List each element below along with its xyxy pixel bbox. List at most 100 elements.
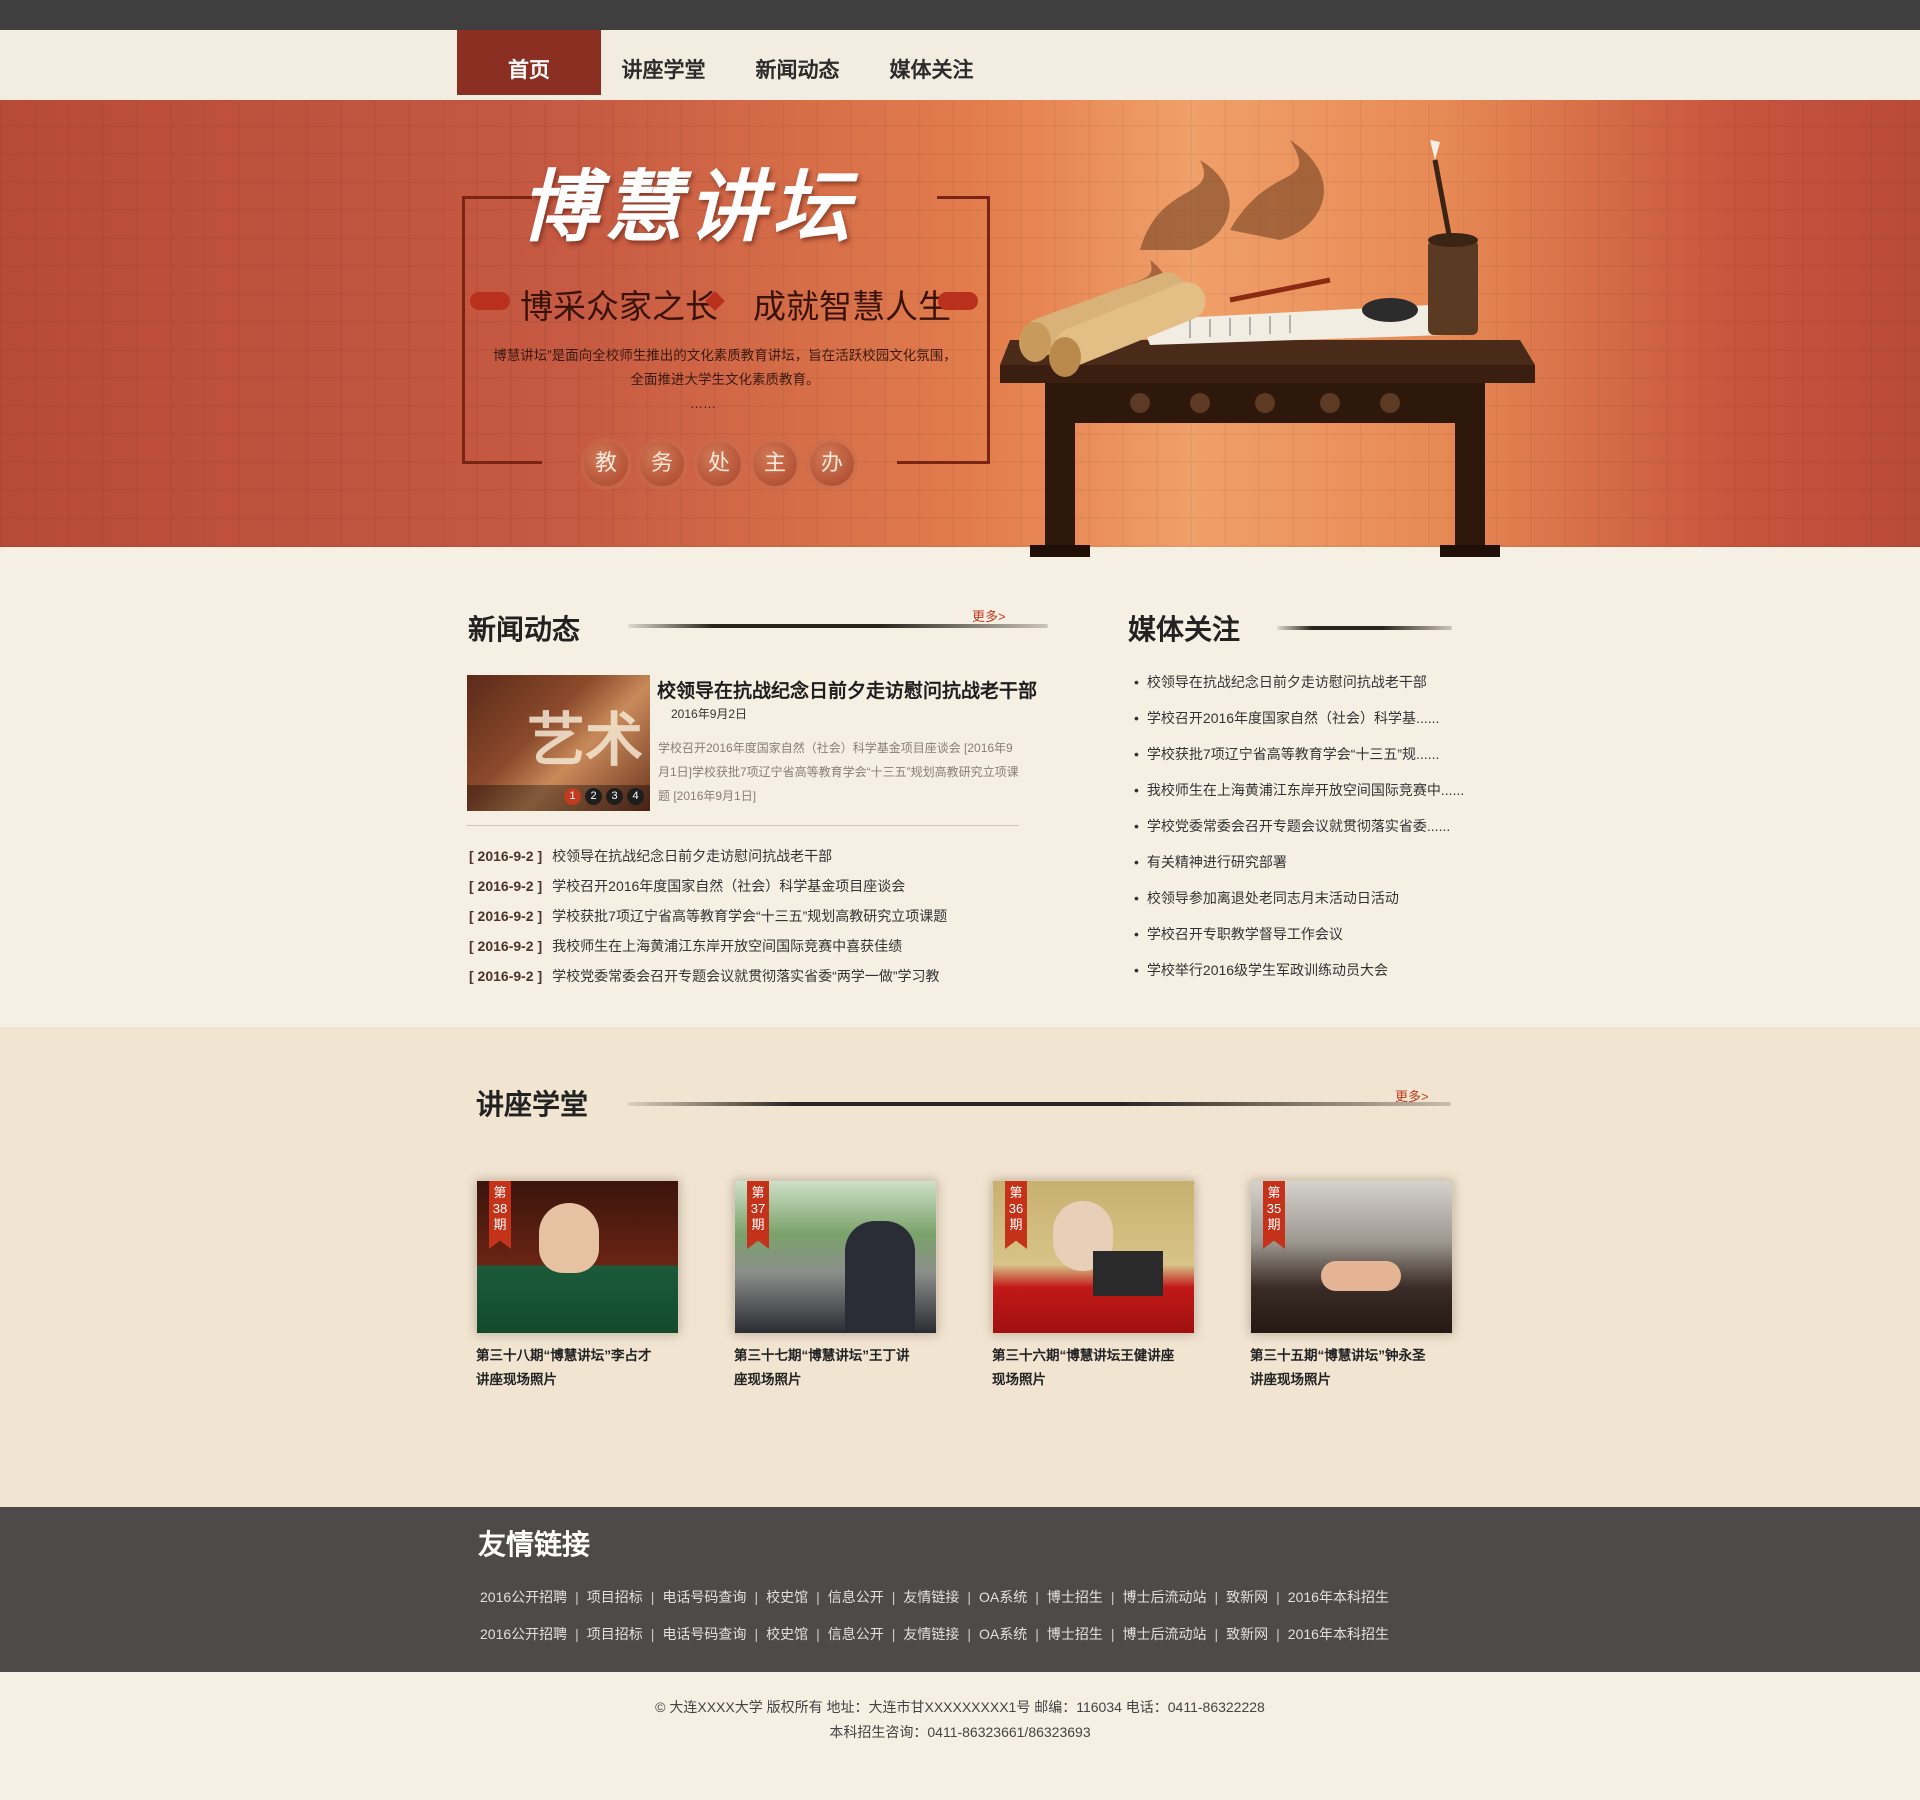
media-list-item[interactable]: 学校召开专职教学督导工作会议 <box>1134 924 1343 944</box>
seal-char: 教 <box>584 442 628 486</box>
media-list-item[interactable]: 学校获批7项辽宁省高等教育学会“十三五”规...... <box>1134 744 1439 764</box>
lecture-card[interactable]: 第 38 期 第三十八期“博慧讲坛”李占才 讲座现场照片 <box>476 1180 679 1392</box>
footer-contact: 本科招生咨询：0411-86323661/86323693 <box>829 1724 1091 1740</box>
friend-link[interactable]: 电话号码查询 <box>662 1626 746 1642</box>
media-list-item[interactable]: 校领导参加离退处老同志月末活动日活动 <box>1134 888 1399 908</box>
friend-link[interactable]: 2016年本科招生 <box>1288 1626 1389 1642</box>
lecture-photo[interactable]: 第 38 期 <box>476 1180 679 1334</box>
handshake-shape <box>1321 1261 1401 1291</box>
laptop-shape <box>1093 1251 1163 1296</box>
friend-link[interactable]: 2016公开招聘 <box>480 1626 567 1642</box>
lecture-caption[interactable]: 第三十七期“博慧讲坛”王丁讲 座现场照片 <box>734 1344 937 1392</box>
nav-lectures[interactable]: 讲座学堂 <box>606 30 721 95</box>
friend-link[interactable]: 校史馆 <box>766 1589 808 1605</box>
slogan-left: 博采众家之长 <box>520 287 718 326</box>
friend-link[interactable]: 2016公开招聘 <box>480 1589 567 1605</box>
friend-links-row: 2016公开招聘 | 项目招标 | 电话号码查询 | 校史馆 | 信息公开 | 友情链接 | OA系统 |… <box>480 1624 1389 1644</box>
friend-link[interactable]: 友情链接 <box>903 1589 959 1605</box>
news-title: 学校获批7项辽宁省高等教育学会“十三五”规划高教研究立项课题 <box>552 908 948 924</box>
friend-link[interactable]: 信息公开 <box>828 1589 884 1605</box>
friend-link[interactable]: 博士招生 <box>1047 1589 1103 1605</box>
top-bar <box>0 0 1920 30</box>
news-featured-date: 2016年9月2日 <box>671 707 748 721</box>
lecture-photo[interactable]: 第 36 期 <box>992 1180 1195 1334</box>
friend-link[interactable]: OA系统 <box>979 1626 1027 1642</box>
friend-link[interactable]: 项目招标 <box>587 1626 643 1642</box>
news-list-item[interactable]: [ 2016-9-2 ] 校领导在抗战纪念日前夕走访慰问抗战老干部 <box>469 846 832 866</box>
lecture-section <box>0 1027 1920 1507</box>
friend-link[interactable]: 项目招标 <box>587 1589 643 1605</box>
friend-link[interactable]: OA系统 <box>979 1589 1027 1605</box>
slogan-right: 成就智慧人生 <box>753 287 951 326</box>
link-separator: | <box>816 1589 820 1605</box>
friend-links-title: 友情链接 <box>478 1529 591 1560</box>
news-list-item[interactable]: [ 2016-9-2 ] 学校获批7项辽宁省高等教育学会“十三五”规划高教研究立项… <box>469 906 947 926</box>
link-separator: | <box>650 1589 655 1605</box>
friend-link[interactable]: 电话号码查询 <box>662 1589 746 1605</box>
footer-copyright: © 大连XXXX大学 版权所有 地址：大连市甘XXXXXXXXX1号 邮编：11… <box>655 1699 1265 1715</box>
media-list-item[interactable]: 学校党委常委会召开专题会议就贯彻落实省委...... <box>1134 816 1450 836</box>
news-title: 学校党委常委会召开专题会议就贯彻落实省委“两学一做”学习教 <box>552 968 940 984</box>
hero-description: 博慧讲坛”是面向全校师生推出的文化素质教育讲坛，旨在活跃校园文化氛围，全面推进大… <box>493 348 957 387</box>
slide-dot[interactable]: 4 <box>627 788 644 805</box>
news-featured-headline[interactable]: 校领导在抗战纪念日前夕走访慰问抗战老干部 <box>657 676 1037 703</box>
link-separator: | <box>1035 1626 1039 1642</box>
lecture-caption[interactable]: 第三十八期“博慧讲坛”李占才 讲座现场照片 <box>476 1344 679 1392</box>
media-list-item[interactable]: 有关精神进行研究部署 <box>1134 852 1287 872</box>
hero-banner: 博慧讲坛 博采众家之长 成就智慧人生 博慧讲坛”是面向全校师生推出的文化素质教育… <box>0 100 1920 547</box>
lecture-more-link[interactable]: 更多> <box>1395 1086 1429 1105</box>
link-separator: | <box>1214 1626 1219 1642</box>
media-section-title: 媒体关注 <box>1128 614 1241 645</box>
media-list-item[interactable]: 校领导在抗战纪念日前夕走访慰问抗战老干部 <box>1134 672 1427 692</box>
issue-ribbon: 第 37 期 <box>747 1181 769 1249</box>
news-title: 我校师生在上海黄浦江东岸开放空间国际竞赛中喜获佳绩 <box>552 938 903 954</box>
friend-link[interactable]: 2016年本科招生 <box>1288 1589 1389 1605</box>
image-calligraphy: 艺术 <box>527 706 644 774</box>
lecture-caption[interactable]: 第三十六期“博慧讲坛王健讲座 现场照片 <box>992 1344 1195 1392</box>
lecture-photo[interactable]: 第 37 期 <box>734 1180 937 1334</box>
lecture-card[interactable]: 第 36 期 第三十六期“博慧讲坛王健讲座 现场照片 <box>992 1180 1195 1392</box>
lecture-caption[interactable]: 第三十五期“博慧讲坛”钟永圣 讲座现场照片 <box>1250 1344 1453 1392</box>
hero-slogan: 博采众家之长 成就智慧人生 <box>470 280 990 326</box>
nav-news[interactable]: 新闻动态 <box>740 30 855 95</box>
media-list-item[interactable]: 学校举行2016级学生军政训练动员大会 <box>1134 960 1388 980</box>
seal-char: 处 <box>697 442 741 486</box>
link-separator: | <box>575 1589 579 1605</box>
news-featured-image[interactable]: 艺术 1 2 3 4 <box>467 675 650 811</box>
friend-link[interactable]: 致新网 <box>1226 1589 1268 1605</box>
link-separator: | <box>1214 1589 1219 1605</box>
link-separator: | <box>891 1589 896 1605</box>
lecture-card[interactable]: 第 37 期 第三十七期“博慧讲坛”王丁讲 座现场照片 <box>734 1180 937 1392</box>
friend-link[interactable]: 致新网 <box>1226 1626 1268 1642</box>
friend-link[interactable]: 博士后流动站 <box>1123 1589 1207 1605</box>
media-list-item[interactable]: 学校召开2016年度国家自然（社会）科学基...... <box>1134 708 1439 728</box>
news-featured-summary: 学校召开2016年度国家自然（社会）科学基金项目座谈会 [2016年9月1日]学… <box>658 741 1019 803</box>
friend-link[interactable]: 博士后流动站 <box>1123 1626 1207 1642</box>
nav-media[interactable]: 媒体关注 <box>874 30 989 95</box>
lecture-photo[interactable]: 第 35 期 <box>1250 1180 1453 1334</box>
news-section-title: 新闻动态 <box>468 614 581 645</box>
friend-link[interactable]: 友情链接 <box>903 1626 959 1642</box>
news-list-item[interactable]: [ 2016-9-2 ] 学校召开2016年度国家自然（社会）科学基金项目座谈会 <box>469 876 905 896</box>
media-list-item[interactable]: 我校师生在上海黄浦江东岸开放空间国际竞赛中...... <box>1134 780 1464 800</box>
slide-dot[interactable]: 3 <box>606 788 623 805</box>
slide-dot[interactable]: 1 <box>564 788 581 805</box>
link-separator: | <box>816 1626 820 1642</box>
news-list-item[interactable]: [ 2016-9-2 ] 我校师生在上海黄浦江东岸开放空间国际竞赛中喜获佳绩 <box>469 936 902 956</box>
link-separator: | <box>1276 1626 1280 1642</box>
slide-dot[interactable]: 2 <box>585 788 602 805</box>
brush-divider <box>1277 626 1452 630</box>
friend-link[interactable]: 博士招生 <box>1047 1626 1103 1642</box>
news-date: [ 2016-9-2 ] <box>469 848 543 864</box>
link-separator: | <box>575 1626 579 1642</box>
friend-link[interactable]: 信息公开 <box>828 1626 884 1642</box>
link-separator: | <box>754 1589 759 1605</box>
link-separator: | <box>754 1626 759 1642</box>
issue-ribbon: 第 35 期 <box>1263 1181 1285 1249</box>
news-list-item[interactable]: [ 2016-9-2 ] 学校党委常委会召开专题会议就贯彻落实省委“两学一做”学习… <box>469 966 939 986</box>
seal-char: 办 <box>810 442 854 486</box>
lecture-card[interactable]: 第 35 期 第三十五期“博慧讲坛”钟永圣 讲座现场照片 <box>1250 1180 1453 1392</box>
nav-home[interactable]: 首页 <box>457 30 601 95</box>
friend-link[interactable]: 校史馆 <box>766 1626 808 1642</box>
news-more-link[interactable]: 更多> <box>972 606 1006 625</box>
